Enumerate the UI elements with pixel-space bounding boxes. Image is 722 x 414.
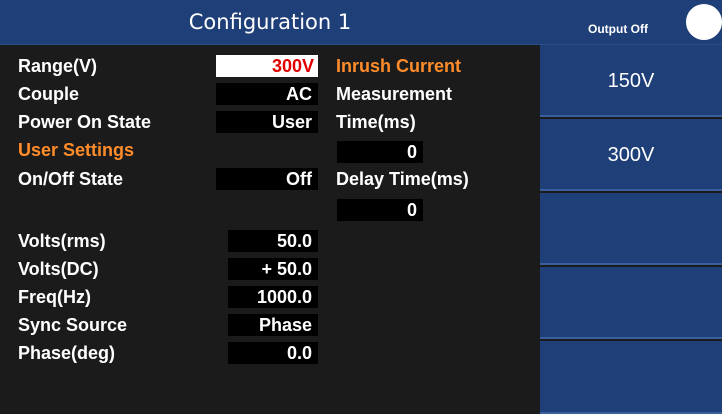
softkey-150v[interactable]: 150V (540, 45, 722, 117)
range-label: Range(V) (18, 56, 98, 76)
volts-rms-field[interactable]: 50.0 (228, 230, 318, 252)
softkey-5[interactable] (540, 341, 722, 414)
inrush-current-heading: Inrush Current (336, 56, 462, 76)
freq-field[interactable]: 1000.0 (228, 286, 318, 308)
softkey-panel: 150V 300V (540, 45, 722, 414)
output-status-label: Output Off (588, 22, 648, 36)
measurement-label: Measurement (336, 84, 453, 104)
delay-time-field[interactable]: 0 (337, 199, 423, 221)
power-on-state-field[interactable]: User (216, 111, 318, 133)
range-field[interactable]: 300V (216, 55, 318, 77)
on-off-state-label: On/Off State (18, 169, 124, 189)
softkey-300v[interactable]: 300V (540, 119, 722, 191)
volts-dc-label: Volts(DC) (18, 259, 99, 279)
cursor-highlight (216, 55, 258, 77)
softkey-3[interactable] (540, 193, 722, 265)
phase-label: Phase(deg) (18, 343, 116, 363)
screen-title: Configuration 1 (0, 0, 540, 45)
inrush-time-field[interactable]: 0 (337, 141, 423, 163)
volts-dc-field[interactable]: + 50.0 (228, 258, 318, 280)
configuration-panel: Range(V) 300V Couple AC Power On State U… (0, 45, 540, 414)
softkey-4[interactable] (540, 267, 722, 339)
user-settings-heading: User Settings (18, 140, 135, 160)
phase-field[interactable]: 0.0 (228, 342, 318, 364)
sync-source-label: Sync Source (18, 315, 128, 335)
range-value: 300V (271, 56, 314, 76)
couple-label: Couple (18, 84, 79, 104)
inrush-time-label: Time(ms) (336, 112, 416, 132)
on-off-state-field[interactable]: Off (216, 168, 318, 190)
power-on-state-label: Power On State (18, 112, 152, 132)
output-indicator-icon (686, 4, 722, 40)
freq-label: Freq(Hz) (18, 287, 91, 307)
sync-source-field[interactable]: Phase (228, 314, 318, 336)
volts-rms-label: Volts(rms) (18, 231, 106, 251)
delay-time-label: Delay Time(ms) (336, 169, 469, 189)
couple-field[interactable]: AC (216, 83, 318, 105)
